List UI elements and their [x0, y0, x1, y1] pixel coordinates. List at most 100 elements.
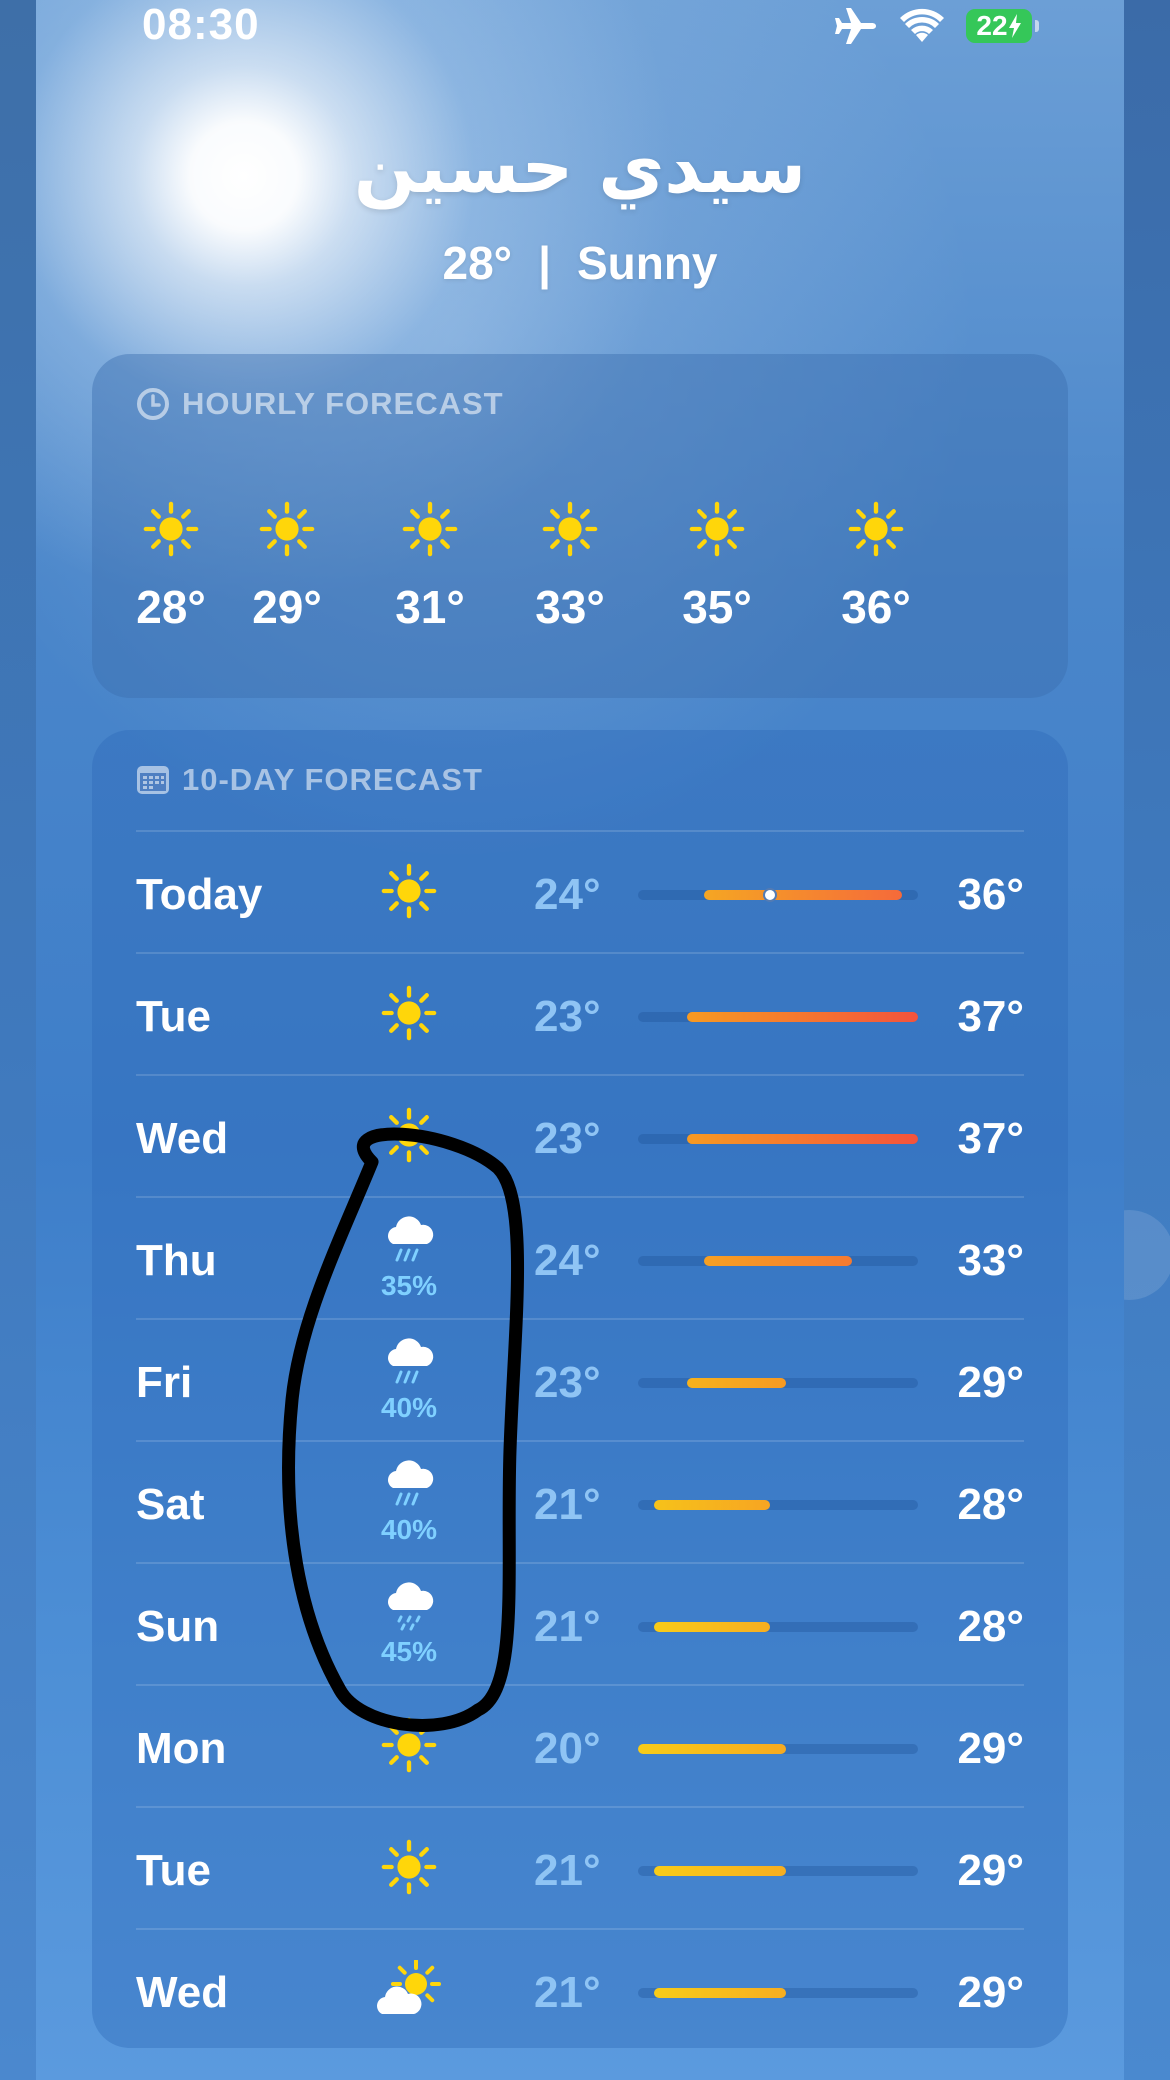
sun-icon	[848, 501, 904, 557]
hourly-item: 33°	[510, 500, 630, 634]
ten-day-forecast-card[interactable]: 10-DAY FORECAST Today 24° 36° Tue 23° 37° Wed 2…	[92, 730, 1068, 2048]
high-temp: 36°	[957, 870, 1024, 919]
sun-icon	[143, 501, 199, 557]
background-edge-right	[1084, 0, 1170, 2080]
hourly-temp: 28°	[136, 581, 206, 633]
high-temp: 37°	[957, 1114, 1024, 1163]
condition-cell	[364, 1106, 454, 1202]
hourly-item: 29°	[227, 500, 347, 634]
temp-range-fill	[654, 1988, 787, 1998]
day-label: Wed	[136, 1114, 229, 1163]
airplane-icon	[835, 8, 876, 44]
temp-range-fill	[687, 1134, 918, 1144]
temp-range-fill	[703, 890, 902, 900]
low-temp: 21°	[534, 1846, 601, 1895]
forecast-day-row[interactable]: Tue 21° 29°	[136, 1806, 1024, 1930]
precip-chance: 35%	[380, 1270, 438, 1301]
sun-icon	[381, 1839, 437, 1895]
forecast-day-row[interactable]: Sat 40% 21° 28°	[136, 1440, 1024, 1564]
high-temp: 28°	[957, 1480, 1024, 1529]
hourly-temp: 29°	[252, 581, 322, 633]
high-temp: 37°	[957, 992, 1024, 1041]
temp-range-fill	[654, 1866, 787, 1876]
low-temp: 23°	[534, 1358, 601, 1407]
hourly-item: 35°	[657, 500, 777, 634]
precip-chance: 45%	[380, 1636, 438, 1667]
temp-range-fill	[638, 1744, 787, 1754]
hourly-item: 28°	[111, 500, 231, 634]
condition-cell	[364, 984, 454, 1080]
temp-range-fill	[687, 1012, 918, 1022]
forecast-day-row[interactable]: Wed 23° 37°	[136, 1074, 1024, 1198]
condition-cell: 40%	[364, 1456, 454, 1552]
forecast-day-row[interactable]: Thu 35% 24° 33°	[136, 1196, 1024, 1320]
forecast-day-row[interactable]: Fri 40% 23° 29°	[136, 1318, 1024, 1442]
rain-cloud-icon	[388, 1338, 434, 1384]
temp-range-bar	[638, 1134, 918, 1144]
battery-level: 22	[976, 10, 1008, 41]
sun-icon	[381, 985, 437, 1041]
temp-range-fill	[654, 1622, 770, 1632]
hourly-temp: 36°	[841, 581, 911, 633]
forecast-day-row[interactable]: Mon 20° 29°	[136, 1684, 1024, 1808]
day-label: Mon	[136, 1724, 227, 1773]
temp-range-fill	[654, 1500, 770, 1510]
day-label: Tue	[136, 992, 211, 1041]
condition-cell	[364, 1838, 454, 1934]
condition-cell: 40%	[364, 1334, 454, 1430]
sun-icon	[381, 1107, 437, 1163]
battery-indicator: 22	[966, 9, 1039, 43]
hourly-forecast-card[interactable]: HOURLY FORECAST 28° 29° 31° 33° 35° 36°	[92, 354, 1068, 698]
high-temp: 29°	[957, 1724, 1024, 1773]
temp-range-bar	[638, 1988, 918, 1998]
temp-range-bar	[638, 1012, 918, 1022]
sun-icon	[689, 501, 745, 557]
low-temp: 23°	[534, 1114, 601, 1163]
ten-day-forecast-title: 10-DAY FORECAST	[182, 762, 483, 797]
high-temp: 29°	[957, 1358, 1024, 1407]
day-label: Tue	[136, 1846, 211, 1895]
calendar-icon	[137, 766, 169, 794]
forecast-day-row[interactable]: Sun 45% 21° 28°	[136, 1562, 1024, 1686]
temp-range-bar	[638, 1500, 918, 1510]
day-label: Wed	[136, 1968, 229, 2017]
sun-icon	[381, 1717, 437, 1773]
temp-range-bar	[638, 1378, 918, 1388]
forecast-day-row[interactable]: Tue 23° 37°	[136, 952, 1024, 1076]
current-summary: 28° | Sunny	[36, 236, 1124, 290]
forecast-day-row[interactable]: Wed 21° 29°	[136, 1928, 1024, 2052]
rain-cloud-icon	[388, 1460, 434, 1506]
condition-cell	[364, 862, 454, 958]
temp-range-bar	[638, 1622, 918, 1632]
hourly-items: 28° 29° 31° 33° 35° 36°	[92, 500, 1068, 680]
partly-cloudy-icon	[377, 1960, 441, 2014]
hourly-temp: 31°	[395, 581, 465, 633]
high-temp: 29°	[957, 1968, 1024, 2017]
hourly-forecast-header: HOURLY FORECAST	[136, 386, 504, 422]
status-icons: 22	[832, 6, 1039, 46]
low-temp: 21°	[534, 1480, 601, 1529]
hourly-item: 31°	[370, 500, 490, 634]
sun-icon	[381, 863, 437, 919]
city-name: سيدي حسين	[353, 125, 807, 209]
day-label: Today	[136, 870, 263, 919]
drizzle-cloud-icon	[388, 1582, 434, 1631]
forecast-day-row[interactable]: Today 24° 36°	[136, 830, 1024, 954]
condition-cell	[364, 1716, 454, 1812]
temp-range-bar	[638, 1256, 918, 1266]
temp-range-bar	[638, 888, 918, 902]
current-temp-marker	[762, 888, 777, 902]
low-temp: 23°	[534, 992, 601, 1041]
wifi-icon	[900, 8, 944, 42]
condition-cell: 45%	[364, 1578, 454, 1674]
current-condition: Sunny	[576, 237, 718, 289]
summary-separator: |	[538, 237, 551, 289]
temp-range-fill	[687, 1378, 787, 1388]
day-label: Sat	[136, 1480, 205, 1529]
hourly-temp: 35°	[682, 581, 752, 633]
high-temp: 29°	[957, 1846, 1024, 1895]
low-temp: 24°	[534, 870, 601, 919]
weather-screen: 08:30 22 سيدي حسين 28° | Sunny HOURLY FO…	[36, 0, 1124, 2080]
high-temp: 28°	[957, 1602, 1024, 1651]
charging-bolt-icon	[1008, 14, 1021, 38]
